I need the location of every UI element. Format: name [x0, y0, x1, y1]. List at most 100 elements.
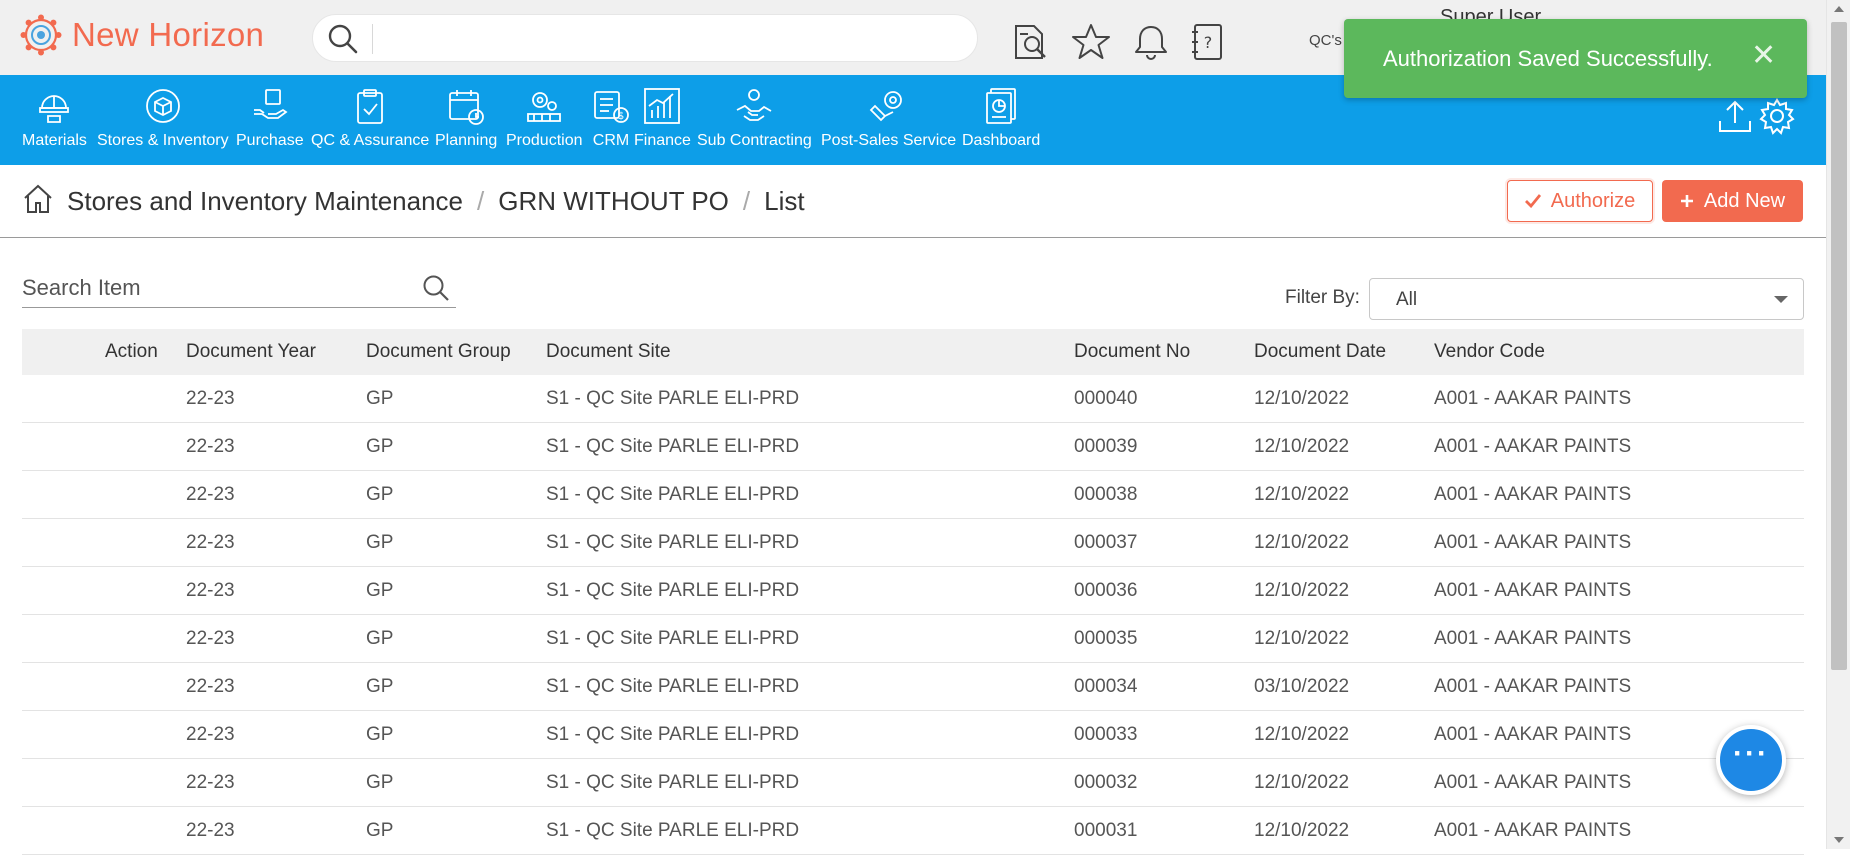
table-row[interactable]: 22-23 GP S1 - QC Site PARLE ELI-PRD 0000…	[22, 471, 1804, 519]
breadcrumb-page[interactable]: GRN WITHOUT PO	[498, 186, 729, 217]
cell-doc-no: 000039	[1074, 436, 1138, 457]
scroll-down-arrow-icon[interactable]	[1834, 837, 1844, 843]
cell-group: GP	[366, 436, 394, 457]
cell-year: 22-23	[186, 532, 235, 553]
module-planning[interactable]: Planning	[435, 85, 497, 150]
upload-icon[interactable]	[1716, 97, 1754, 135]
module-sub-contracting[interactable]: Sub Contracting	[697, 85, 812, 150]
app-name: New Horizon	[72, 16, 265, 53]
home-icon[interactable]	[22, 183, 54, 215]
cell-date: 12/10/2022	[1254, 628, 1350, 649]
module-label: Finance	[634, 132, 691, 149]
help-book-icon[interactable]: ?	[1190, 22, 1226, 62]
plus-icon	[1680, 195, 1693, 207]
module-stores-inventory[interactable]: Stores & Inventory	[97, 85, 229, 150]
qc-assurance-icon	[357, 89, 384, 124]
post-sales-service-icon	[869, 91, 902, 122]
document-search-icon[interactable]	[1010, 22, 1050, 62]
cell-vendor: A001 - AAKAR PAINTS	[1434, 628, 1632, 649]
breadcrumb-module[interactable]: Stores and Inventory Maintenance	[67, 186, 463, 217]
module-production[interactable]: Production	[506, 85, 583, 150]
table-row[interactable]: 22-23 GP S1 - QC Site PARLE ELI-PRD 0000…	[22, 615, 1804, 663]
header-document-year[interactable]: Document Year	[186, 341, 316, 363]
scroll-up-arrow-icon[interactable]	[1834, 6, 1844, 12]
chat-button[interactable]: ···	[1716, 725, 1786, 795]
cell-year: 22-23	[186, 724, 235, 745]
cell-date: 12/10/2022	[1254, 388, 1350, 409]
cell-vendor: A001 - AAKAR PAINTS	[1434, 532, 1632, 553]
crm-icon: $	[594, 91, 629, 123]
cell-group: GP	[366, 580, 394, 601]
add-new-button[interactable]: Add New	[1662, 180, 1803, 222]
table-row[interactable]: 22-23 GP S1 - QC Site PARLE ELI-PRD 0000…	[22, 519, 1804, 567]
cell-date: 12/10/2022	[1254, 772, 1350, 793]
cell-site: S1 - QC Site PARLE ELI-PRD	[546, 484, 800, 505]
module-post-sales-service[interactable]: Post-Sales Service	[821, 85, 956, 150]
cell-group: GP	[366, 676, 394, 697]
header-vendor-code[interactable]: Vendor Code	[1434, 341, 1545, 363]
production-icon	[527, 92, 562, 122]
header-document-site[interactable]: Document Site	[546, 341, 671, 363]
header-document-date[interactable]: Document Date	[1254, 341, 1386, 363]
purchase-icon	[253, 89, 288, 119]
module-label: Stores & Inventory	[97, 132, 229, 149]
search-icon[interactable]	[327, 23, 359, 55]
filter-select[interactable]: All	[1369, 278, 1804, 320]
chevron-down-icon	[1774, 296, 1788, 303]
module-label: Sub Contracting	[697, 132, 812, 149]
cell-group: GP	[366, 772, 394, 793]
header-document-no[interactable]: Document No	[1074, 341, 1190, 363]
module-materials[interactable]: Materials	[22, 85, 87, 150]
authorize-label: Authorize	[1550, 189, 1636, 212]
close-icon[interactable]: ✕	[1751, 41, 1776, 71]
gear-icon[interactable]	[1758, 97, 1796, 135]
cell-year: 22-23	[186, 484, 235, 505]
header-document-group[interactable]: Document Group	[366, 341, 511, 363]
table-row[interactable]: 22-23 GP S1 - QC Site PARLE ELI-PRD 0000…	[22, 375, 1804, 423]
authorize-button[interactable]: Authorize	[1507, 180, 1653, 222]
search-icon[interactable]	[422, 274, 450, 302]
table-header: Action Document Year Document Group Docu…	[22, 329, 1804, 375]
star-icon[interactable]	[1071, 22, 1111, 62]
cell-year: 22-23	[186, 820, 235, 841]
search-item-input[interactable]	[22, 270, 402, 306]
module-crm[interactable]: $ CRM	[591, 85, 631, 150]
breadcrumb-bar: Stores and Inventory Maintenance / GRN W…	[0, 165, 1826, 238]
cell-date: 12/10/2022	[1254, 820, 1350, 841]
add-new-label: Add New	[1703, 189, 1786, 212]
breadcrumb-separator: /	[477, 186, 485, 216]
module-purchase[interactable]: Purchase	[236, 85, 304, 150]
global-search[interactable]	[312, 14, 978, 62]
dashboard-icon	[986, 88, 1017, 124]
module-dashboard[interactable]: Dashboard	[962, 85, 1040, 150]
table-row[interactable]: 22-23 GP S1 - QC Site PARLE ELI-PRD 0000…	[22, 807, 1804, 855]
cell-year: 22-23	[186, 388, 235, 409]
filter-label: Filter By:	[1285, 287, 1360, 308]
table-row[interactable]: 22-23 GP S1 - QC Site PARLE ELI-PRD 0000…	[22, 423, 1804, 471]
module-label: Production	[506, 132, 583, 149]
planning-icon	[449, 90, 485, 125]
module-label: Dashboard	[962, 132, 1041, 149]
app-logo[interactable]: New Horizon	[20, 14, 264, 56]
table-row[interactable]: 22-23 GP S1 - QC Site PARLE ELI-PRD 0000…	[22, 759, 1804, 807]
module-qc-assurance[interactable]: QC & Assurance	[311, 85, 429, 150]
table-row[interactable]: 22-23 GP S1 - QC Site PARLE ELI-PRD 0000…	[22, 711, 1804, 759]
success-toast: Authorization Saved Successfully. ✕	[1344, 19, 1807, 98]
cell-year: 22-23	[186, 628, 235, 649]
cell-year: 22-23	[186, 772, 235, 793]
module-label: Post-Sales Service	[821, 132, 957, 149]
cell-doc-no: 000031	[1074, 820, 1138, 841]
table-row[interactable]: 22-23 GP S1 - QC Site PARLE ELI-PRD 0000…	[22, 663, 1804, 711]
cell-site: S1 - QC Site PARLE ELI-PRD	[546, 772, 800, 793]
bell-icon[interactable]	[1131, 22, 1171, 62]
scrollbar-thumb[interactable]	[1831, 22, 1847, 670]
cell-date: 12/10/2022	[1254, 484, 1350, 505]
user-sub-label: QC's	[1309, 32, 1342, 49]
filter-value: All	[1396, 289, 1418, 310]
breadcrumb: Stores and Inventory Maintenance / GRN W…	[67, 186, 805, 217]
header-action[interactable]: Action	[105, 341, 158, 363]
page-scrollbar[interactable]	[1826, 0, 1850, 849]
module-finance[interactable]: Finance	[634, 85, 691, 150]
table-row[interactable]: 22-23 GP S1 - QC Site PARLE ELI-PRD 0000…	[22, 567, 1804, 615]
cell-site: S1 - QC Site PARLE ELI-PRD	[546, 580, 800, 601]
